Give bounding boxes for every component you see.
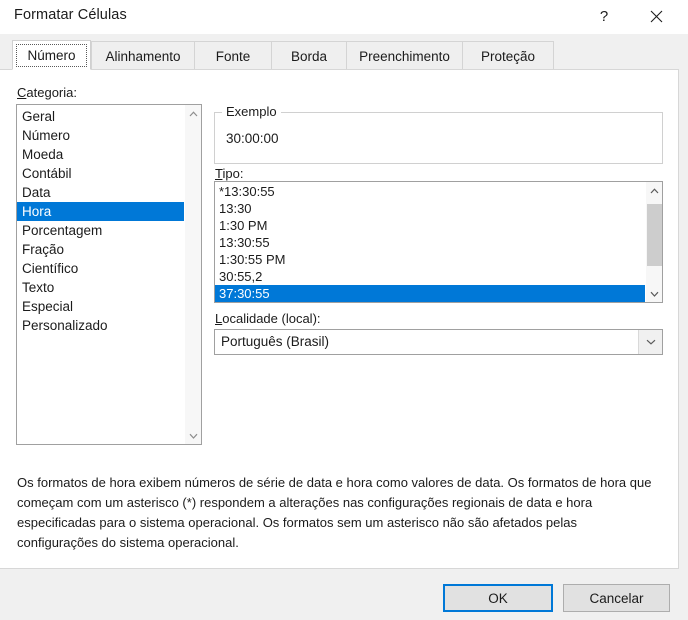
scroll-up-arrow-icon[interactable]: [185, 105, 201, 122]
example-legend: Exemplo: [222, 104, 281, 119]
dialog-title: Formatar Células: [14, 7, 127, 23]
category-label-rest: ategoria:: [26, 85, 77, 100]
category-label: Categoria:: [17, 85, 77, 100]
list-item[interactable]: 30:55,2: [215, 268, 645, 285]
cancel-button[interactable]: Cancelar: [563, 584, 670, 612]
list-item[interactable]: Texto: [17, 278, 184, 297]
ok-button[interactable]: OK: [443, 584, 553, 612]
list-item[interactable]: Geral: [17, 107, 184, 126]
example-value: 30:00:00: [226, 131, 279, 146]
list-item-selected[interactable]: Hora: [17, 202, 184, 221]
list-item[interactable]: Moeda: [17, 145, 184, 164]
scrollbar-thumb[interactable]: [647, 204, 662, 266]
list-item[interactable]: Personalizado: [17, 316, 184, 335]
type-scrollbar[interactable]: [645, 182, 662, 302]
list-item[interactable]: Fração: [17, 240, 184, 259]
category-scrollbar[interactable]: [184, 105, 201, 444]
close-icon[interactable]: [634, 0, 678, 32]
list-item[interactable]: Data: [17, 183, 184, 202]
tab-label: Fonte: [215, 48, 251, 64]
type-listbox[interactable]: *13:30:55 13:30 1:30 PM 13:30:55 1:30:55…: [214, 181, 663, 303]
tab-alinhamento[interactable]: Alinhamento: [91, 41, 195, 70]
category-items: Geral Número Moeda Contábil Data Hora Po…: [17, 105, 184, 335]
chevron-down-icon[interactable]: [638, 330, 662, 354]
tab-numero[interactable]: Número: [12, 40, 91, 70]
scroll-up-arrow-icon[interactable]: [646, 182, 662, 199]
type-label-rest: ipo:: [222, 166, 244, 181]
list-item[interactable]: 13:30:55: [215, 234, 645, 251]
format-cells-dialog: Formatar Células ? Número Alinhamento Fo…: [0, 0, 688, 620]
list-item[interactable]: Contábil: [17, 164, 184, 183]
category-listbox[interactable]: Geral Número Moeda Contábil Data Hora Po…: [16, 104, 202, 445]
tab-preenchimento[interactable]: Preenchimento: [346, 41, 463, 70]
list-item[interactable]: Porcentagem: [17, 221, 184, 240]
title-bar: Formatar Células ?: [0, 0, 688, 34]
help-icon[interactable]: ?: [582, 0, 626, 32]
list-item[interactable]: 13:30: [215, 200, 645, 217]
list-item[interactable]: Científico: [17, 259, 184, 278]
tab-label: Alinhamento: [105, 48, 181, 64]
locale-combobox[interactable]: Português (Brasil): [214, 329, 663, 355]
locale-selected-value: Português (Brasil): [221, 334, 330, 349]
list-item[interactable]: *13:30:55: [215, 183, 645, 200]
tab-label: Proteção: [480, 48, 536, 64]
list-item[interactable]: 1:30 PM: [215, 217, 645, 234]
format-description: Os formatos de hora exibem números de sé…: [17, 475, 652, 550]
type-label: Tipo:: [215, 166, 243, 181]
list-item[interactable]: 1:30:55 PM: [215, 251, 645, 268]
scroll-down-arrow-icon[interactable]: [185, 427, 201, 444]
list-item[interactable]: Especial: [17, 297, 184, 316]
tab-borda[interactable]: Borda: [271, 41, 347, 70]
locale-label: Localidade (local):: [215, 311, 321, 326]
tab-strip: Número Alinhamento Fonte Borda Preenchim…: [0, 40, 688, 70]
example-groupbox: [214, 112, 663, 164]
tab-protecao[interactable]: Proteção: [462, 41, 554, 70]
tab-label: Borda: [290, 48, 328, 64]
tab-fonte[interactable]: Fonte: [194, 41, 272, 70]
list-item-selected[interactable]: 37:30:55: [215, 285, 645, 302]
locale-label-rest: ocalidade (local):: [222, 311, 321, 326]
tab-label: Preenchimento: [359, 48, 450, 64]
type-items: *13:30:55 13:30 1:30 PM 13:30:55 1:30:55…: [215, 182, 645, 302]
list-item[interactable]: Número: [17, 126, 184, 145]
scroll-down-arrow-icon[interactable]: [646, 285, 662, 302]
panel-right-gutter: [679, 69, 688, 570]
tab-label: Número: [27, 47, 76, 63]
category-label-accel: C: [17, 85, 27, 100]
